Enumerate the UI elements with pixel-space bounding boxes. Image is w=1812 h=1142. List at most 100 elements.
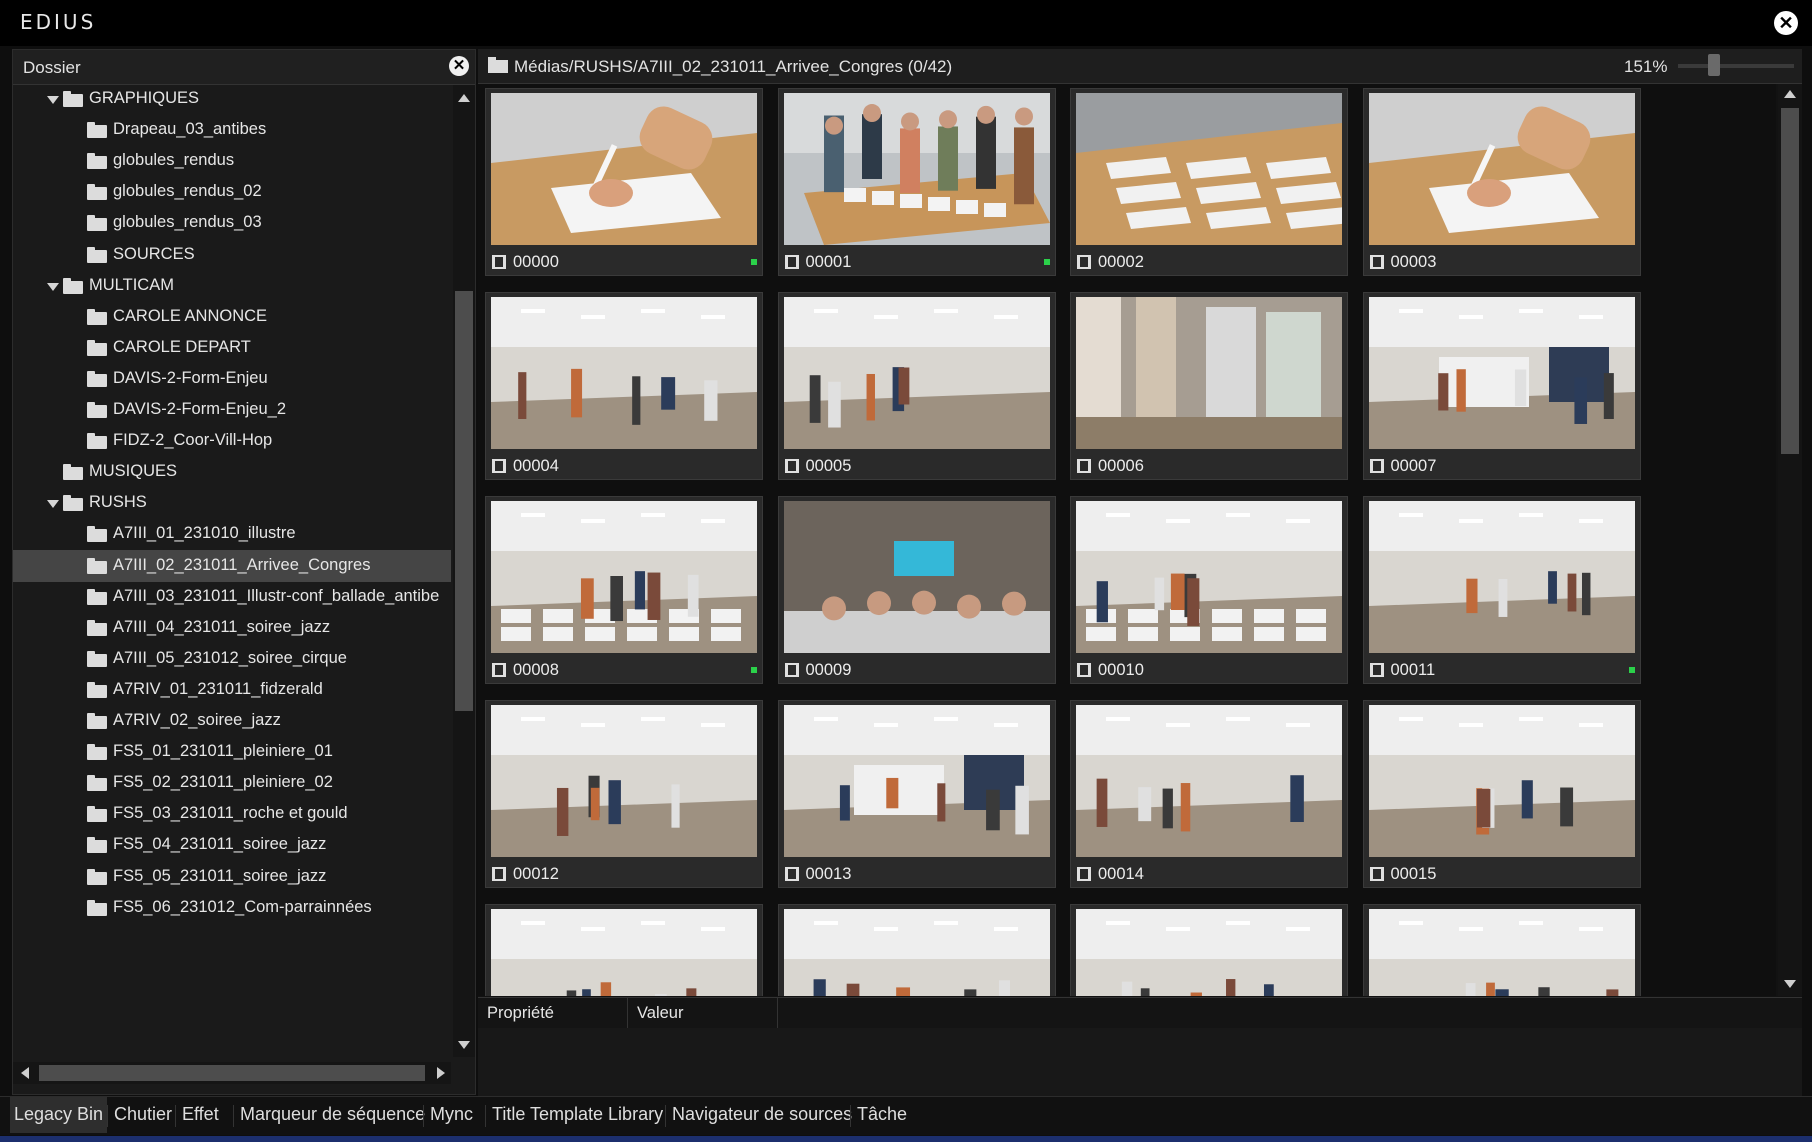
clip-thumbnail[interactable]: 00006 xyxy=(1070,292,1348,480)
folder-icon xyxy=(87,713,107,729)
folder-tree-item[interactable]: A7III_05_231012_soiree_cirque xyxy=(13,643,451,675)
folder-icon xyxy=(87,806,107,823)
folder-tree-item[interactable]: A7III_02_231011_Arrivee_Congres xyxy=(13,549,451,582)
folder-tree-item[interactable]: FIDZ-2_Coor-Vill-Hop xyxy=(13,425,451,457)
folder-tree-vertical-scrollbar[interactable] xyxy=(453,85,475,1057)
panel-tab[interactable]: Marqueur de séquence xyxy=(236,1097,429,1133)
folder-tree-item-label: globules_rendus_03 xyxy=(113,213,262,232)
clip-thumbnail[interactable]: 00015 xyxy=(1362,700,1641,888)
close-folder-panel-icon[interactable]: ✕ xyxy=(449,56,469,76)
clip-preview-image xyxy=(1368,501,1635,653)
folder-tree-item[interactable]: globules_rendus xyxy=(13,145,451,177)
clip-thumbnail[interactable]: 00000 xyxy=(485,88,763,276)
video-clip-icon xyxy=(1077,867,1091,881)
clip-thumbnail[interactable]: 00002 xyxy=(1070,88,1348,276)
zoom-slider-track[interactable] xyxy=(1678,64,1794,68)
panel-tab[interactable]: Title Template Library xyxy=(488,1097,667,1133)
panel-tab[interactable]: Effet xyxy=(178,1097,223,1133)
clip-preview-image xyxy=(783,93,1050,245)
folder-tree-item[interactable]: GRAPHIQUES xyxy=(13,85,451,115)
folder-tree-item[interactable]: FS5_02_231011_pleiniere_02 xyxy=(13,767,451,799)
scroll-up-arrow-icon[interactable] xyxy=(1784,90,1796,98)
panel-tab[interactable]: Tâche xyxy=(853,1097,911,1133)
folder-tree-horizontal-scrollbar[interactable] xyxy=(13,1062,451,1084)
clip-thumbnail[interactable]: 00004 xyxy=(485,292,763,480)
folder-tree-item[interactable]: A7III_04_231011_soiree_jazz xyxy=(13,612,451,644)
clip-thumbnail[interactable]: 00001 xyxy=(777,88,1056,276)
expand-arrow-icon[interactable] xyxy=(47,96,59,104)
clip-thumbnail[interactable] xyxy=(485,904,763,996)
scroll-right-arrow-icon[interactable] xyxy=(437,1067,445,1079)
folder-tree-item[interactable]: A7RIV_02_soiree_jazz xyxy=(13,705,451,737)
scrollbar-thumb[interactable] xyxy=(455,291,473,711)
status-strip xyxy=(0,1136,1812,1142)
clip-thumbnail[interactable]: 00011 xyxy=(1362,496,1641,684)
clip-grid-vertical-scrollbar[interactable] xyxy=(1778,84,1802,996)
value-column-header[interactable]: Valeur xyxy=(628,998,778,1028)
tab-separator xyxy=(175,1105,176,1127)
folder-tree-item[interactable]: globules_rendus_03 xyxy=(13,207,451,239)
close-app-icon[interactable]: ✕ xyxy=(1774,11,1798,35)
scroll-down-arrow-icon[interactable] xyxy=(1784,980,1796,988)
clip-thumbnail[interactable] xyxy=(777,904,1056,996)
folder-panel-title: Dossier xyxy=(23,58,81,77)
scroll-up-arrow-icon[interactable] xyxy=(458,94,470,102)
clip-thumbnail[interactable]: 00008 xyxy=(485,496,763,684)
folder-tree-item-label: A7III_03_231011_Illustr-conf_ballade_ant… xyxy=(113,586,440,605)
folder-tree-item-label: FS5_06_231012_Com-parrainnées xyxy=(113,897,372,916)
folder-tree-item[interactable]: SOURCES xyxy=(13,239,451,271)
folder-icon xyxy=(87,402,107,418)
folder-icon xyxy=(87,837,107,854)
folder-tree-item[interactable]: FS5_05_231011_soiree_jazz xyxy=(13,861,451,893)
clip-preview-image xyxy=(1076,705,1342,857)
app-title: EDIUS xyxy=(20,10,97,34)
clip-thumbnail[interactable]: 00009 xyxy=(777,496,1056,684)
property-column-header[interactable]: Propriété xyxy=(478,998,628,1028)
scroll-down-arrow-icon[interactable] xyxy=(458,1041,470,1049)
panel-tab[interactable]: Legacy Bin xyxy=(10,1097,108,1133)
zoom-slider-handle[interactable] xyxy=(1708,54,1720,76)
clip-preview-image xyxy=(1368,93,1635,245)
folder-tree-item[interactable]: Drapeau_03_antibes xyxy=(13,114,451,146)
folder-tree-item[interactable]: CAROLE DEPART xyxy=(13,332,451,364)
folder-tree-item[interactable]: FS5_06_231012_Com-parrainnées xyxy=(13,892,451,924)
folder-tree-item[interactable]: A7III_03_231011_Illustr-conf_ballade_ant… xyxy=(13,581,451,613)
folder-tree-item-label: CAROLE ANNONCE xyxy=(113,306,268,325)
clip-thumbnail[interactable]: 00005 xyxy=(777,292,1056,480)
clip-preview-image xyxy=(491,909,757,996)
tab-separator xyxy=(107,1105,108,1127)
folder-tree-item[interactable]: DAVIS-2-Form-Enjeu_2 xyxy=(13,394,451,426)
folder-tree-item[interactable]: RUSHS xyxy=(13,487,451,519)
clip-thumbnail[interactable]: 00003 xyxy=(1362,88,1641,276)
folder-tree-item[interactable]: MUSIQUES xyxy=(13,456,451,488)
folder-tree-item[interactable]: A7RIV_01_231011_fidzerald xyxy=(13,674,451,706)
folder-tree-item[interactable]: FS5_03_231011_roche et gould xyxy=(13,798,451,830)
folder-tree-item[interactable]: FS5_01_231011_pleiniere_01 xyxy=(13,736,451,768)
folder-tree-item[interactable]: CAROLE ANNONCE xyxy=(13,301,451,333)
folder-tree-item[interactable]: globules_rendus_02 xyxy=(13,176,451,208)
folder-tree-item-label: SOURCES xyxy=(113,244,195,263)
folder-tree-item[interactable]: FS5_04_231011_soiree_jazz xyxy=(13,829,451,861)
clip-thumbnail[interactable] xyxy=(1070,904,1348,996)
clip-thumbnail[interactable]: 00013 xyxy=(777,700,1056,888)
panel-tab[interactable]: Mync xyxy=(426,1097,477,1133)
scrollbar-thumb[interactable] xyxy=(1781,108,1799,454)
clip-name: 00001 xyxy=(805,253,852,271)
clip-thumbnail[interactable] xyxy=(1362,904,1641,996)
scroll-left-arrow-icon[interactable] xyxy=(21,1067,29,1079)
scrollbar-thumb[interactable] xyxy=(39,1065,425,1081)
folder-tree-item[interactable]: A7III_01_231010_illustre xyxy=(13,518,451,550)
folder-tree-item[interactable]: MULTICAM xyxy=(13,270,451,302)
clip-thumbnail[interactable]: 00012 xyxy=(485,700,763,888)
folder-tree-item[interactable]: DAVIS-2-Form-Enjeu xyxy=(13,363,451,395)
clip-thumbnail[interactable]: 00007 xyxy=(1362,292,1641,480)
panel-tab[interactable]: Navigateur de sources xyxy=(668,1097,856,1133)
video-clip-icon xyxy=(1077,663,1091,677)
expand-arrow-icon[interactable] xyxy=(47,500,59,509)
clip-thumbnail[interactable]: 00010 xyxy=(1070,496,1348,684)
expand-arrow-icon[interactable] xyxy=(47,282,59,291)
folder-tree-item-label: FS5_02_231011_pleiniere_02 xyxy=(113,773,333,792)
folder-tree-item-label: Drapeau_03_antibes xyxy=(113,120,267,139)
clip-thumbnail[interactable]: 00014 xyxy=(1070,700,1348,888)
panel-tab[interactable]: Chutier xyxy=(110,1097,176,1133)
